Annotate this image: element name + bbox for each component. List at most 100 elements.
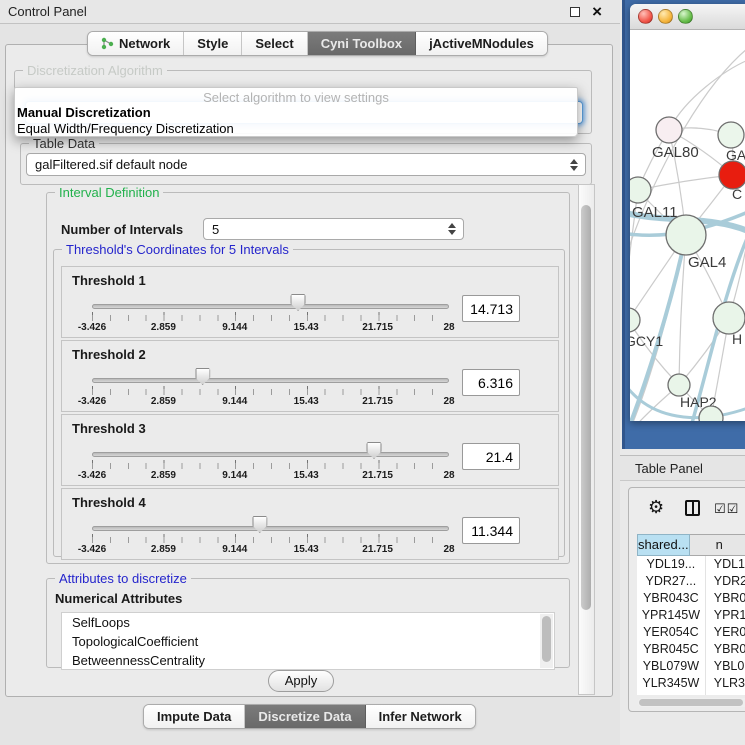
tick-label: -3.426 xyxy=(78,470,106,481)
tab-label: Select xyxy=(255,36,293,51)
tick-label: -3.426 xyxy=(78,396,106,407)
threshold-2-block: Threshold 2 -3.4262.8599.14415.4321.7152… xyxy=(61,340,559,412)
tick-label: 15.43 xyxy=(294,396,319,407)
tab-discretize-data[interactable]: Discretize Data xyxy=(245,705,365,728)
network-node[interactable] xyxy=(719,161,745,189)
network-canvas[interactable]: GAL80GACGAL11GAL4GCY1HHAP2 xyxy=(630,30,745,421)
tick-label: 15.43 xyxy=(294,544,319,555)
tick-label: 15.43 xyxy=(294,470,319,481)
threshold-1-label: Threshold 1 xyxy=(72,273,146,288)
attributes-group-title: Attributes to discretize xyxy=(55,571,191,586)
tick-label: 9.144 xyxy=(222,544,247,555)
threshold-4-block: Threshold 4 -3.4262.8599.14415.4321.7152… xyxy=(61,488,559,560)
network-node[interactable] xyxy=(713,302,745,334)
tick-label: -3.426 xyxy=(78,544,106,555)
threshold-2-label: Threshold 2 xyxy=(72,347,146,362)
column-header-name[interactable]: n xyxy=(690,534,745,556)
tab-style[interactable]: Style xyxy=(184,32,242,55)
network-node[interactable] xyxy=(666,215,706,255)
slider-ticks xyxy=(92,534,450,543)
close-icon[interactable]: × xyxy=(592,1,602,23)
panel-scrollbar[interactable] xyxy=(578,184,595,695)
threshold-3-value-field[interactable] xyxy=(462,443,520,470)
slider-scale-labels: -3.4262.8599.14415.4321.71528 xyxy=(92,396,449,408)
threshold-1-slider-track[interactable] xyxy=(92,304,449,309)
tick-label: 21.715 xyxy=(362,396,393,407)
number-of-intervals-value: 5 xyxy=(212,222,219,237)
apply-button[interactable]: Apply xyxy=(268,670,334,692)
table-hscrollbar[interactable] xyxy=(638,698,745,707)
list-scrollbar[interactable] xyxy=(540,614,553,668)
slider-scale-labels: -3.4262.8599.14415.4321.71528 xyxy=(92,322,449,334)
table-row[interactable]: YIL052CYIL0 xyxy=(637,692,745,695)
threshold-3-slider-track[interactable] xyxy=(92,452,449,457)
zoom-traffic-light-icon[interactable] xyxy=(678,9,693,24)
tab-infer-network[interactable]: Infer Network xyxy=(366,705,475,728)
table-row[interactable]: YDR27...YDR2 xyxy=(637,573,745,590)
right-column: GAL80GACGAL11GAL4GCY1HHAP2 Table Panel ⚙… xyxy=(620,0,745,745)
tab-cyni-toolbox[interactable]: Cyni Toolbox xyxy=(308,32,416,55)
network-node[interactable] xyxy=(668,374,690,396)
list-item[interactable]: TopologicalCoefficient xyxy=(62,632,554,651)
tick-label: 2.859 xyxy=(151,396,176,407)
list-item[interactable]: SelfLoops xyxy=(62,613,554,632)
network-node[interactable] xyxy=(656,117,682,143)
columns-icon[interactable] xyxy=(685,500,700,516)
checkboxes-icon[interactable]: ☑☑ xyxy=(714,501,739,517)
slider-ticks xyxy=(92,460,450,469)
dropdown-option-equal-width[interactable]: Equal Width/Frequency Discretization xyxy=(17,121,575,137)
float-window-icon[interactable] xyxy=(570,7,580,17)
table-row[interactable]: YDL19...YDL1 xyxy=(637,556,745,573)
table-panel-title: Table Panel xyxy=(635,461,703,476)
close-traffic-light-icon[interactable] xyxy=(638,9,653,24)
threshold-4-slider-track[interactable] xyxy=(92,526,449,531)
interval-definition-group: Interval Definition Number of Intervals … xyxy=(46,192,570,564)
numerical-attributes-label: Numerical Attributes xyxy=(55,591,182,606)
bottom-tab-bar: Impute Data Discretize Data Infer Networ… xyxy=(143,704,476,729)
thresholds-group-title: Threshold's Coordinates for 5 Intervals xyxy=(62,242,293,257)
table-row[interactable]: YER054CYER0 xyxy=(637,624,745,641)
tab-label: Discretize Data xyxy=(258,709,351,724)
scrollbar-thumb[interactable] xyxy=(581,205,591,610)
network-icon xyxy=(101,37,114,50)
node-label: GAL4 xyxy=(688,254,726,271)
numerical-attributes-list[interactable]: SelfLoops TopologicalCoefficient Between… xyxy=(61,612,555,670)
tab-select[interactable]: Select xyxy=(242,32,307,55)
network-node[interactable] xyxy=(718,122,744,148)
table-row[interactable]: YPR145WYPR1 xyxy=(637,607,745,624)
threshold-4-value-field[interactable] xyxy=(462,517,520,544)
threshold-3-label: Threshold 3 xyxy=(72,421,146,436)
dropdown-option-manual[interactable]: Manual Discretization xyxy=(17,105,575,121)
tab-label: Infer Network xyxy=(379,709,462,724)
threshold-1-value-field[interactable] xyxy=(462,295,520,322)
table-data-combo[interactable]: galFiltered.sif default node xyxy=(26,153,586,176)
table-data-value: galFiltered.sif default node xyxy=(35,157,187,172)
table-row[interactable]: YBL079WYBL0 xyxy=(637,658,745,675)
network-node[interactable] xyxy=(630,177,651,203)
network-node[interactable] xyxy=(630,308,640,332)
minimize-traffic-light-icon[interactable] xyxy=(658,9,673,24)
tick-label: 28 xyxy=(443,544,454,555)
scrollbar-thumb[interactable] xyxy=(639,699,743,706)
slider-ticks xyxy=(92,312,450,321)
table-row[interactable]: YBR043CYBR0 xyxy=(637,590,745,607)
tick-label: 28 xyxy=(443,396,454,407)
threshold-3-block: Threshold 3 -3.4262.8599.14415.4321.7152… xyxy=(61,414,559,486)
column-header-shared[interactable]: shared... xyxy=(637,534,690,556)
number-of-intervals-combo[interactable]: 5 xyxy=(203,218,464,240)
slider-ticks xyxy=(92,386,450,395)
table-row[interactable]: YLR345WYLR3 xyxy=(637,675,745,692)
tab-impute-data[interactable]: Impute Data xyxy=(144,705,245,728)
threshold-2-slider-track[interactable] xyxy=(92,378,449,383)
list-item[interactable]: BetweennessCentrality xyxy=(62,651,554,670)
control-panel-titlebar: Control Panel × xyxy=(0,0,620,24)
combo-arrows-icon xyxy=(448,223,456,235)
table-row[interactable]: YBR045CYBR0 xyxy=(637,641,745,658)
interval-definition-title: Interval Definition xyxy=(55,185,163,200)
tab-jactivemnodules[interactable]: jActiveMNodules xyxy=(416,32,547,55)
slider-scale-labels: -3.4262.8599.14415.4321.71528 xyxy=(92,544,449,556)
tick-label: 2.859 xyxy=(151,544,176,555)
tab-network[interactable]: Network xyxy=(88,32,184,55)
threshold-2-value-field[interactable] xyxy=(462,369,520,396)
gear-icon[interactable]: ⚙ xyxy=(648,498,664,516)
